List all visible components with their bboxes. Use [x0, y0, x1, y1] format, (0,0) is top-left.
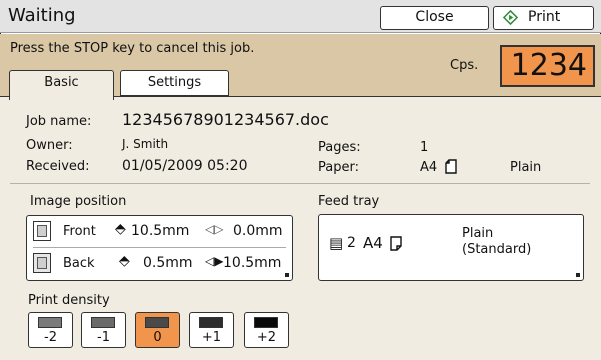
- image-position-label: Image position: [30, 194, 127, 209]
- feed-tray-box[interactable]: ▤ 2 A4 Plain (Standard): [318, 214, 584, 281]
- job-name-value: 12345678901234567.doc: [122, 110, 329, 129]
- density-plus-2-button[interactable]: +2: [244, 312, 289, 348]
- counter-label: Cps.: [450, 58, 479, 73]
- tab-basic[interactable]: Basic: [9, 70, 114, 100]
- density-label: +1: [201, 330, 222, 345]
- window-title: Waiting: [8, 5, 76, 26]
- pages-label: Pages:: [318, 140, 361, 155]
- front-vertical-value: 10.5mm: [131, 223, 190, 239]
- owner-value: J. Smith: [122, 137, 169, 151]
- portrait-page-icon: [390, 236, 402, 251]
- horizontal-shift-icon: ◁▷: [205, 222, 224, 236]
- feed-tray-label: Feed tray: [318, 194, 380, 209]
- tray-paper-type-sub: (Standard): [462, 242, 532, 257]
- density-swatch: [91, 317, 115, 328]
- pages-value: 1: [420, 140, 429, 155]
- print-density-label: Print density: [28, 293, 110, 308]
- density-label: +2: [256, 330, 277, 345]
- back-page-icon: [30, 250, 51, 273]
- vertical-shift-icon: ⬘: [115, 221, 126, 237]
- received-value: 01/05/2009 05:20: [122, 158, 248, 174]
- print-button-label: Print: [528, 9, 561, 25]
- copy-counter: 1234: [500, 45, 595, 87]
- image-position-front-row: Front ⬘ 10.5mm ◁▷ 0.0mm: [27, 216, 292, 248]
- tray-number: 2: [347, 235, 356, 251]
- received-label: Received:: [26, 159, 90, 174]
- vertical-shift-icon: ⬘: [119, 253, 130, 269]
- density-label: -1: [97, 330, 110, 345]
- image-position-back-row: Back ⬘ 0.5mm ◁▶ 10.5mm: [27, 248, 292, 279]
- paper-type-value: Plain: [510, 160, 542, 175]
- tray-icon: ▤: [329, 234, 344, 252]
- paper-label: Paper:: [318, 160, 359, 175]
- cancel-message: Press the STOP key to cancel this job.: [10, 41, 255, 56]
- box-corner-marker: [285, 273, 289, 277]
- divider: [10, 183, 590, 184]
- front-horizontal-value: 0.0mm: [233, 223, 283, 239]
- front-label: Front: [63, 224, 96, 239]
- job-name-label: Job name:: [26, 114, 92, 129]
- close-button[interactable]: Close: [380, 6, 489, 30]
- title-bar: Waiting Close Print: [0, 0, 601, 33]
- density-plus-1-button[interactable]: +1: [189, 312, 234, 348]
- tray-paper-size: A4: [363, 234, 383, 252]
- tab-settings[interactable]: Settings: [120, 70, 229, 96]
- owner-label: Owner:: [26, 138, 73, 153]
- portrait-page-icon: [445, 159, 457, 174]
- box-corner-marker: [576, 273, 580, 277]
- start-diamond-icon: [503, 10, 518, 25]
- print-button[interactable]: Print: [493, 6, 594, 30]
- density-minus-2-button[interactable]: -2: [28, 312, 73, 348]
- horizontal-shift-icon: ◁▶: [205, 254, 224, 268]
- density-label: -2: [44, 330, 57, 345]
- density-label: 0: [153, 330, 162, 345]
- density-minus-1-button[interactable]: -1: [81, 312, 126, 348]
- density-swatch: [254, 317, 278, 328]
- density-swatch: [145, 317, 169, 328]
- density-swatch: [38, 317, 62, 328]
- back-label: Back: [63, 256, 95, 271]
- back-horizontal-value: 10.5mm: [223, 255, 282, 271]
- front-page-icon: [33, 221, 51, 241]
- paper-size-value: A4: [420, 160, 438, 175]
- density-0-button[interactable]: 0: [135, 312, 180, 348]
- back-vertical-value: 0.5mm: [143, 255, 193, 271]
- density-swatch: [199, 317, 223, 328]
- tray-paper-type: Plain: [462, 226, 494, 241]
- image-position-box[interactable]: Front ⬘ 10.5mm ◁▷ 0.0mm Back ⬘ 0.5mm ◁▶ …: [26, 215, 293, 281]
